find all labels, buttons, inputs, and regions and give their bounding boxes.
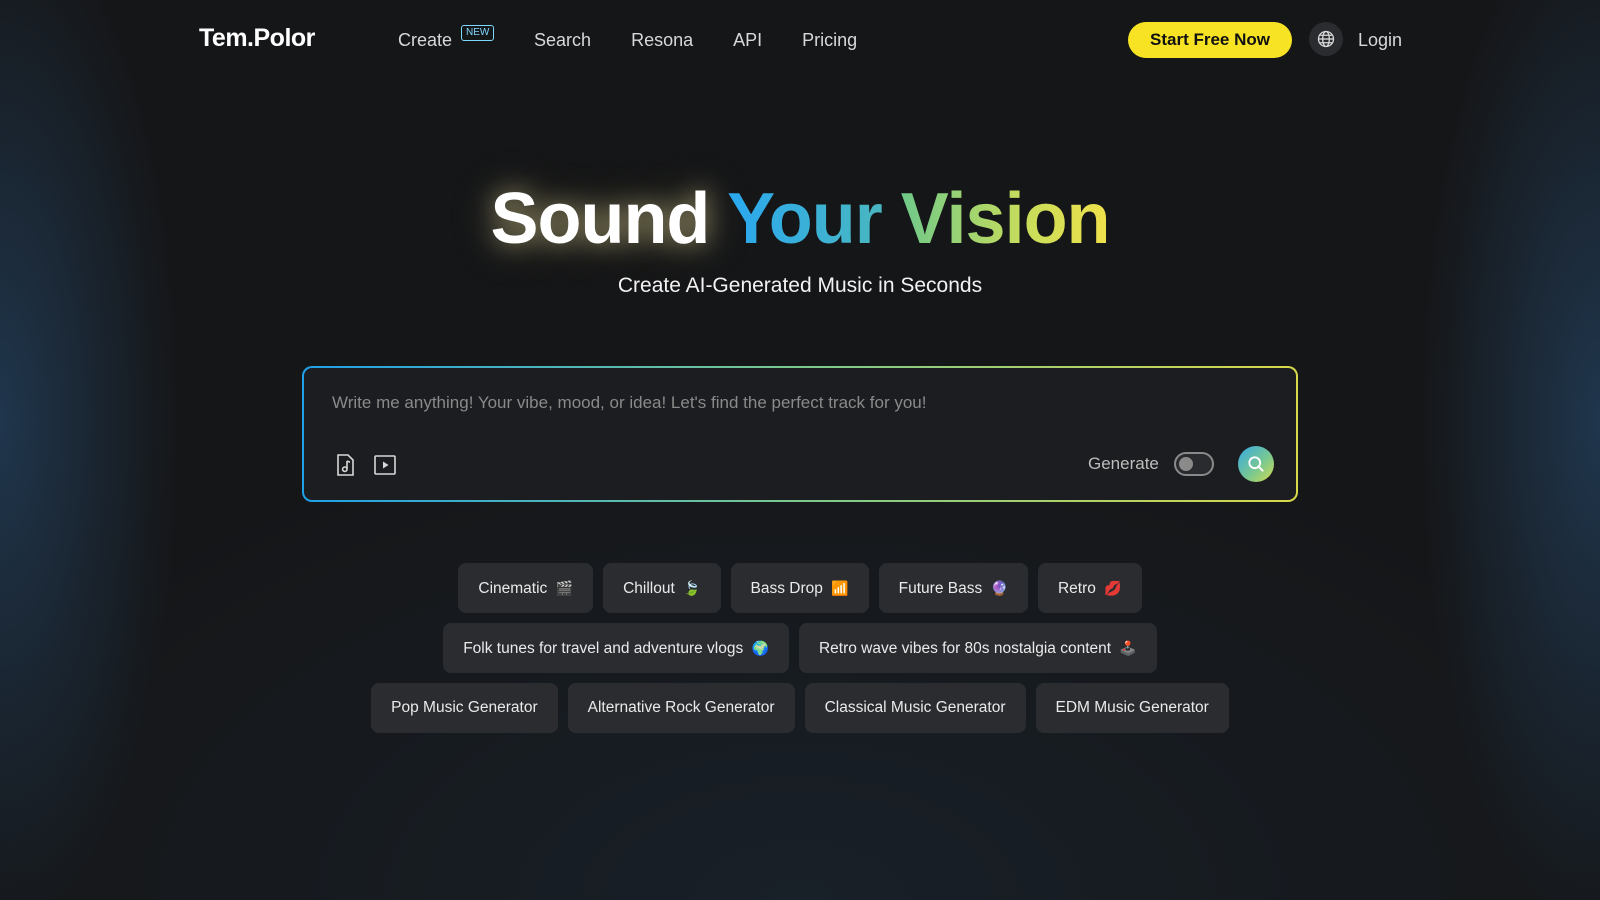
main-nav: Create NEW Search Resona API Pricing [398,25,897,51]
chip-label: Bass Drop [750,580,823,597]
prompt-input[interactable] [332,388,1252,418]
chip-label: Retro wave vibes for 80s nostalgia conte… [818,640,1112,657]
clapperboard-icon: 🎬 [555,580,574,596]
hero-title: Sound Your Vision [0,178,1600,260]
search-button[interactable] [1238,446,1274,482]
search-icon [1248,456,1264,472]
globe-icon [1317,30,1335,48]
prompt-box: Generate [302,366,1298,502]
audio-file-icon[interactable] [332,452,358,478]
nav-item-api[interactable]: API [733,30,762,51]
chip-bass-drop[interactable]: Bass Drop 📶 [730,563,869,613]
chip-alt-rock-generator[interactable]: Alternative Rock Generator [567,683,795,733]
chip-folk-tunes[interactable]: Folk tunes for travel and adventure vlog… [443,623,789,673]
toggle-knob [1179,457,1193,471]
generate-toggle[interactable] [1174,452,1214,476]
top-header: Tem.Polor Create NEW Search Resona API P… [0,0,1600,82]
chip-chillout[interactable]: Chillout 🍃 [603,563,721,613]
hero-subtitle: Create AI-Generated Music in Seconds [617,274,983,297]
chip-label: Cinematic [478,580,548,597]
nav-item-create[interactable]: Create NEW [398,25,495,51]
leaf-icon: 🍃 [683,580,701,596]
chip-row-ideas: Folk tunes for travel and adventure vlog… [0,623,1600,673]
site-logo[interactable]: Tem.Polor [199,24,315,53]
chip-future-bass[interactable]: Future Bass 🔮 [878,563,1028,613]
generate-label: Generate [1088,454,1159,473]
crystal-ball-icon: 🔮 [990,580,1008,596]
joystick-icon: 🕹️ [1119,640,1137,656]
chip-row-generators: Pop Music Generator Alternative Rock Gen… [0,683,1600,733]
chip-row-genres: Cinematic 🎬 Chillout 🍃 Bass Drop 📶 Futur… [0,563,1600,613]
chip-label: Chillout [623,580,675,597]
nav-item-search[interactable]: Search [534,30,591,51]
chip-cinematic[interactable]: Cinematic 🎬 [458,563,594,613]
chip-pop-generator[interactable]: Pop Music Generator [371,683,558,733]
nav-item-create-label: Create [398,30,453,50]
chip-label: Future Bass [898,580,983,597]
signal-bars-icon: 📶 [831,580,849,596]
nav-item-pricing[interactable]: Pricing [802,30,857,51]
new-badge: NEW [461,25,495,41]
start-free-button[interactable]: Start Free Now [1128,22,1292,58]
hero-title-word-sound: Sound [490,179,710,259]
login-link[interactable]: Login [1358,30,1402,51]
chip-edm-generator[interactable]: EDM Music Generator [1035,683,1229,733]
nav-item-resona[interactable]: Resona [631,30,693,51]
lips-icon: 💋 [1104,580,1122,596]
video-play-icon[interactable] [372,452,398,478]
chip-classical-generator[interactable]: Classical Music Generator [804,683,1026,733]
hero-title-word-vision: Vision [900,179,1111,259]
chip-retro-wave[interactable]: Retro wave vibes for 80s nostalgia conte… [798,623,1157,673]
chip-label: Retro [1057,580,1096,597]
hero-title-word-your: Your [727,179,883,259]
chip-retro[interactable]: Retro 💋 [1037,563,1142,613]
globe-emoji-icon: 🌍 [751,640,769,656]
language-button[interactable] [1309,22,1343,56]
chip-label: Folk tunes for travel and adventure vlog… [463,640,744,657]
prompt-box-inner: Generate [304,368,1296,500]
